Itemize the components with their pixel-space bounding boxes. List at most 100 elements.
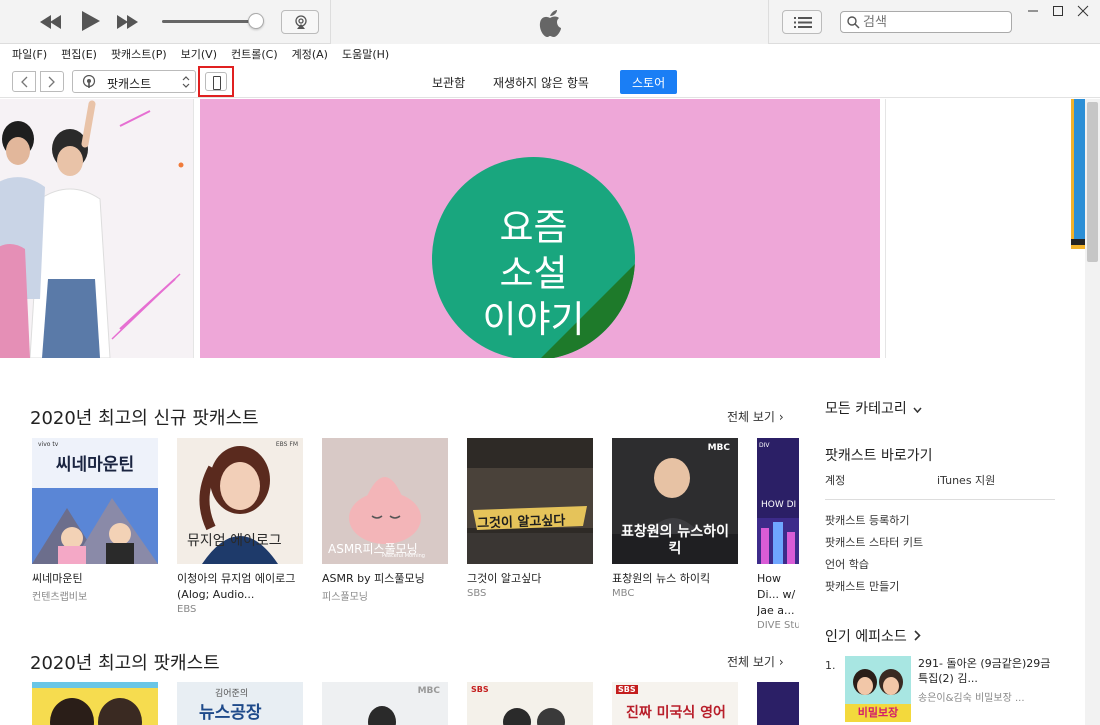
menu-bar: 파일(F) 편집(E) 팟캐스트(P) 보기(V) 컨트롤(C) 계정(A) 도… bbox=[0, 44, 1100, 64]
episode-title[interactable]: 291- 돌아온 (9금같은)29금 특집(2) 김... bbox=[918, 656, 1053, 686]
podcast-author[interactable]: 피스풀모닝 bbox=[322, 588, 448, 603]
menu-file[interactable]: 파일(F) bbox=[12, 46, 47, 62]
hero-banner-right[interactable] bbox=[885, 99, 1085, 358]
podcast-title[interactable]: ASMR by 피스풀모닝 bbox=[322, 571, 448, 587]
cover-text: 그것이 알고싶다 bbox=[476, 513, 566, 532]
cover-art-unanswered-questions bbox=[467, 438, 593, 564]
maximize-icon[interactable] bbox=[1049, 4, 1067, 18]
podcast-cover: SBS bbox=[467, 682, 593, 725]
close-icon[interactable] bbox=[1074, 4, 1092, 18]
podcast-card[interactable]: vivo tv 씨네마운틴 씨네마운틴 컨텐츠랩비보 bbox=[32, 438, 158, 603]
menu-podcast[interactable]: 팟캐스트(P) bbox=[111, 46, 167, 62]
chevron-right-icon: › bbox=[778, 410, 784, 424]
sidebar-link-language-learning[interactable]: 언어 학습 bbox=[825, 556, 869, 572]
search-box[interactable] bbox=[840, 11, 1012, 33]
podcast-cover: EBS FM 뮤지엄 에이로그 bbox=[177, 438, 303, 564]
sidebar-link-register-podcast[interactable]: 팟캐스트 등록하기 bbox=[825, 512, 909, 528]
podcast-card[interactable]: 김어준의 뉴스공장 bbox=[177, 682, 303, 725]
podcast-cover: MBC bbox=[322, 682, 448, 725]
cover-label: SBS bbox=[616, 685, 638, 694]
podcast-title[interactable]: 표창원의 뉴스 하이킥 bbox=[612, 571, 738, 587]
podcast-card[interactable]: MBC 표창원의 뉴스하이킥 표창원의 뉴스 하이킥 MBC bbox=[612, 438, 738, 599]
sidebar-link-make-podcast[interactable]: 팟캐스트 만들기 bbox=[825, 578, 899, 594]
chevron-down-icon bbox=[913, 407, 922, 414]
volume-slider-thumb[interactable] bbox=[248, 13, 264, 29]
airplay-button[interactable] bbox=[281, 10, 319, 34]
cover-text: 진짜 미국식 영어 bbox=[626, 705, 726, 721]
account-link[interactable]: 계정 bbox=[825, 472, 845, 488]
podcast-cover: DIV HOW DI bbox=[757, 438, 799, 564]
menu-view[interactable]: 보기(V) bbox=[181, 46, 217, 62]
chevron-right-icon bbox=[914, 630, 921, 641]
podcast-title[interactable]: 그것이 알고싶다 bbox=[467, 571, 593, 587]
hero-title-line-2: 소설 bbox=[499, 252, 568, 295]
podcast-cover: ASMR피스풀모닝 Peaceful Morning bbox=[322, 438, 448, 564]
podcast-card[interactable]: EBS FM 뮤지엄 에이로그 이청아의 뮤지엄 에이로그 (Alog; Aud… bbox=[177, 438, 303, 615]
podcast-author[interactable]: 컨텐츠랩비보 bbox=[32, 588, 158, 603]
cover-text: 표창원의 뉴스하이킥 bbox=[621, 524, 729, 557]
episode-author[interactable]: 송은이&김숙 비밀보장 ... bbox=[918, 689, 1058, 704]
hero-banner-left[interactable] bbox=[0, 99, 194, 358]
lcd-display bbox=[330, 0, 769, 44]
menu-controls[interactable]: 컨트롤(C) bbox=[231, 46, 278, 62]
cover-text: 뉴스공장 bbox=[199, 703, 262, 723]
podcast-card[interactable]: SBS bbox=[467, 682, 593, 725]
podcast-card[interactable]: 그것이 알고싶다 그것이 알고싶다 SBS bbox=[467, 438, 593, 599]
menu-account[interactable]: 계정(A) bbox=[292, 46, 328, 62]
podcast-card[interactable]: DIV HOW DI How Di... w/ Jae a... DIVE St… bbox=[757, 438, 799, 631]
see-all-new-podcasts[interactable]: 전체 보기 › bbox=[727, 408, 784, 425]
podcast-card[interactable]: ASMR피스풀모닝 Peaceful Morning ASMR by 피스풀모닝… bbox=[322, 438, 448, 603]
chevron-right-icon: › bbox=[778, 655, 784, 669]
cover-label: MBC bbox=[707, 443, 730, 453]
up-next-button[interactable] bbox=[782, 10, 822, 34]
media-type-select[interactable]: 팟캐스트 bbox=[72, 70, 196, 93]
fast-forward-icon[interactable] bbox=[117, 15, 139, 29]
scrollbar-thumb[interactable] bbox=[1087, 102, 1098, 262]
podcast-title[interactable]: How Di... w/ Jae a... bbox=[757, 571, 799, 619]
podcast-author[interactable]: DIVE Stu... bbox=[757, 620, 799, 631]
volume-slider-track[interactable] bbox=[162, 20, 258, 23]
podcast-card[interactable] bbox=[757, 682, 799, 725]
minimize-icon[interactable] bbox=[1024, 4, 1042, 18]
cover-label: DIV bbox=[759, 442, 770, 449]
sidebar-link-starter-kit[interactable]: 팟캐스트 스타터 키트 bbox=[825, 534, 923, 550]
tab-store[interactable]: 스토어 bbox=[620, 70, 678, 94]
cover-label: Peaceful Morning bbox=[382, 553, 425, 559]
play-icon bbox=[82, 11, 100, 31]
sidebar-divider bbox=[825, 499, 1055, 500]
podcast-card[interactable]: SBS 진짜 미국식 영어 bbox=[612, 682, 738, 725]
podcast-card[interactable]: MBC bbox=[322, 682, 448, 725]
menu-help[interactable]: 도움말(H) bbox=[342, 46, 389, 62]
episode-cover[interactable]: 비밀보장 bbox=[845, 656, 911, 722]
hero-right-art bbox=[1071, 99, 1085, 249]
tab-unplayed[interactable]: 재생하지 않은 항목 bbox=[481, 70, 601, 94]
hero-banner-main[interactable]: 요즘 소설 이야기 bbox=[200, 99, 880, 358]
cover-text: 뮤지엄 에이로그 bbox=[187, 533, 282, 549]
podcast-author[interactable]: EBS bbox=[177, 604, 303, 615]
hero-carousel: 요즘 소설 이야기 bbox=[0, 99, 1085, 359]
podcast-card[interactable] bbox=[32, 682, 158, 725]
podcast-author[interactable]: MBC bbox=[612, 588, 738, 599]
device-button[interactable] bbox=[198, 66, 234, 97]
cover-text: HOW DI bbox=[761, 500, 797, 510]
rewind-icon[interactable] bbox=[40, 15, 62, 29]
podcast-author[interactable]: SBS bbox=[467, 588, 593, 599]
cover-label: EBS FM bbox=[275, 441, 298, 448]
forward-button[interactable] bbox=[40, 71, 64, 92]
see-all-label: 전체 보기 bbox=[727, 410, 775, 424]
menu-edit[interactable]: 편집(E) bbox=[61, 46, 97, 62]
back-button[interactable] bbox=[12, 71, 36, 92]
play-button[interactable] bbox=[82, 11, 100, 31]
all-categories-dropdown[interactable]: 모든 카테고리 bbox=[825, 398, 922, 418]
see-all-best-podcasts[interactable]: 전체 보기 › bbox=[727, 653, 784, 670]
nav-bar: 팟캐스트 보관함 재생하지 않은 항목 스토어 bbox=[0, 64, 1100, 98]
tab-library[interactable]: 보관함 bbox=[420, 70, 477, 94]
search-input[interactable] bbox=[863, 14, 1009, 30]
podcast-title[interactable]: 이청아의 뮤지엄 에이로그 (Alog; Audio... bbox=[177, 571, 303, 603]
section-title-new-podcasts: 2020년 최고의 신규 팟캐스트 bbox=[30, 408, 259, 429]
popular-episodes-link[interactable]: 인기 에피소드 bbox=[825, 626, 921, 646]
podcast-cover: 그것이 알고싶다 bbox=[467, 438, 593, 564]
podcast-title[interactable]: 씨네마운틴 bbox=[32, 571, 158, 587]
podcast-cover: SBS 진짜 미국식 영어 bbox=[612, 682, 738, 725]
itunes-support-link[interactable]: iTunes 지원 bbox=[937, 472, 995, 488]
